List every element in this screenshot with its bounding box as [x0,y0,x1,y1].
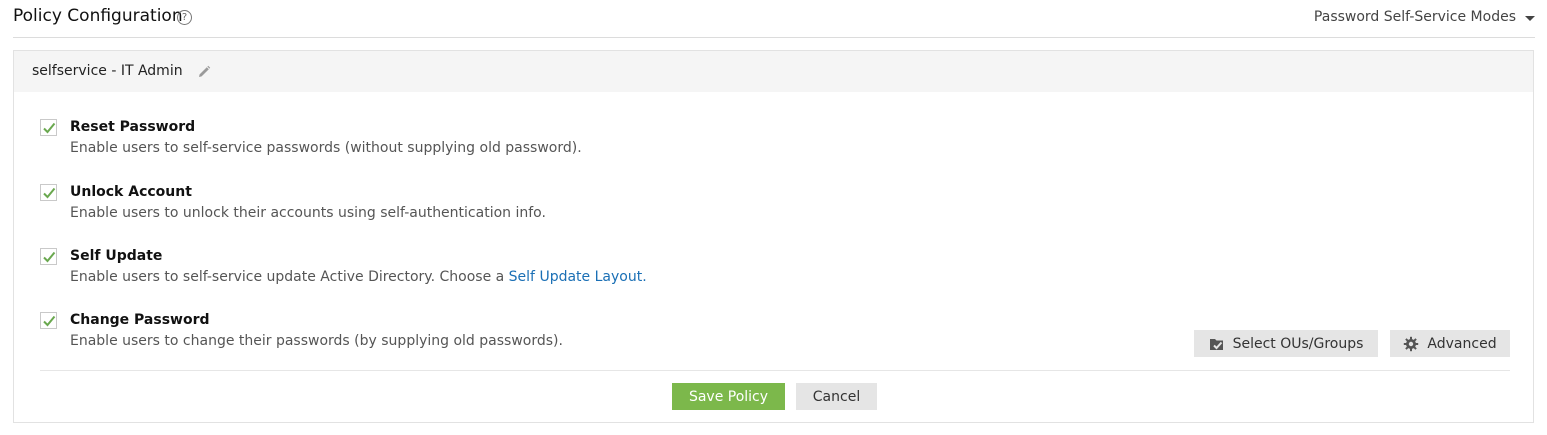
advanced-label: Advanced [1427,335,1497,352]
option-description: Enable users to self-service passwords (… [70,140,582,156]
select-ous-label: Select OUs/Groups [1232,335,1364,352]
policy-name: selfservice - IT Admin [32,63,183,79]
save-policy-button[interactable]: Save Policy [672,383,785,410]
cancel-button[interactable]: Cancel [796,383,877,410]
option-description: Enable users to change their passwords (… [70,333,563,349]
option-description: Enable users to unlock their accounts us… [70,205,546,221]
change-password-checkbox[interactable] [40,312,57,329]
option-description: Enable users to self-service update Acti… [70,269,647,285]
header-divider [13,37,1535,38]
footer-divider [40,370,1510,371]
gear-icon [1404,336,1419,351]
unlock-account-checkbox[interactable] [40,184,57,201]
advanced-button[interactable]: Advanced [1390,330,1510,357]
policy-header: selfservice - IT Admin [14,51,1533,92]
folder-check-icon [1209,338,1223,350]
description-text: Enable users to self-service update Acti… [70,269,509,285]
description-suffix: . [642,269,647,285]
option-title: Unlock Account [70,184,192,200]
option-title: Self Update [70,248,163,264]
check-icon [43,122,56,134]
page-header: Policy Configuration ? Password Self-Ser… [0,0,1547,38]
caret-down-icon [1525,15,1535,21]
page-title: Policy Configuration [13,6,183,26]
check-icon [43,315,56,327]
help-icon[interactable]: ? [177,10,192,25]
reset-password-checkbox[interactable] [40,119,57,136]
self-update-layout-link[interactable]: Self Update Layout [509,269,643,285]
modes-label: Password Self-Service Modes [1313,9,1516,25]
self-service-modes-dropdown[interactable]: Password Self-Service Modes [1314,9,1535,25]
option-title: Reset Password [70,119,196,135]
option-title: Change Password [70,312,210,328]
check-icon [43,187,56,199]
pencil-icon[interactable] [196,64,212,80]
self-update-checkbox[interactable] [40,248,57,265]
policy-panel: selfservice - IT Admin Reset Password En… [13,50,1534,423]
select-ous-groups-button[interactable]: Select OUs/Groups [1194,330,1378,357]
check-icon [43,251,56,263]
